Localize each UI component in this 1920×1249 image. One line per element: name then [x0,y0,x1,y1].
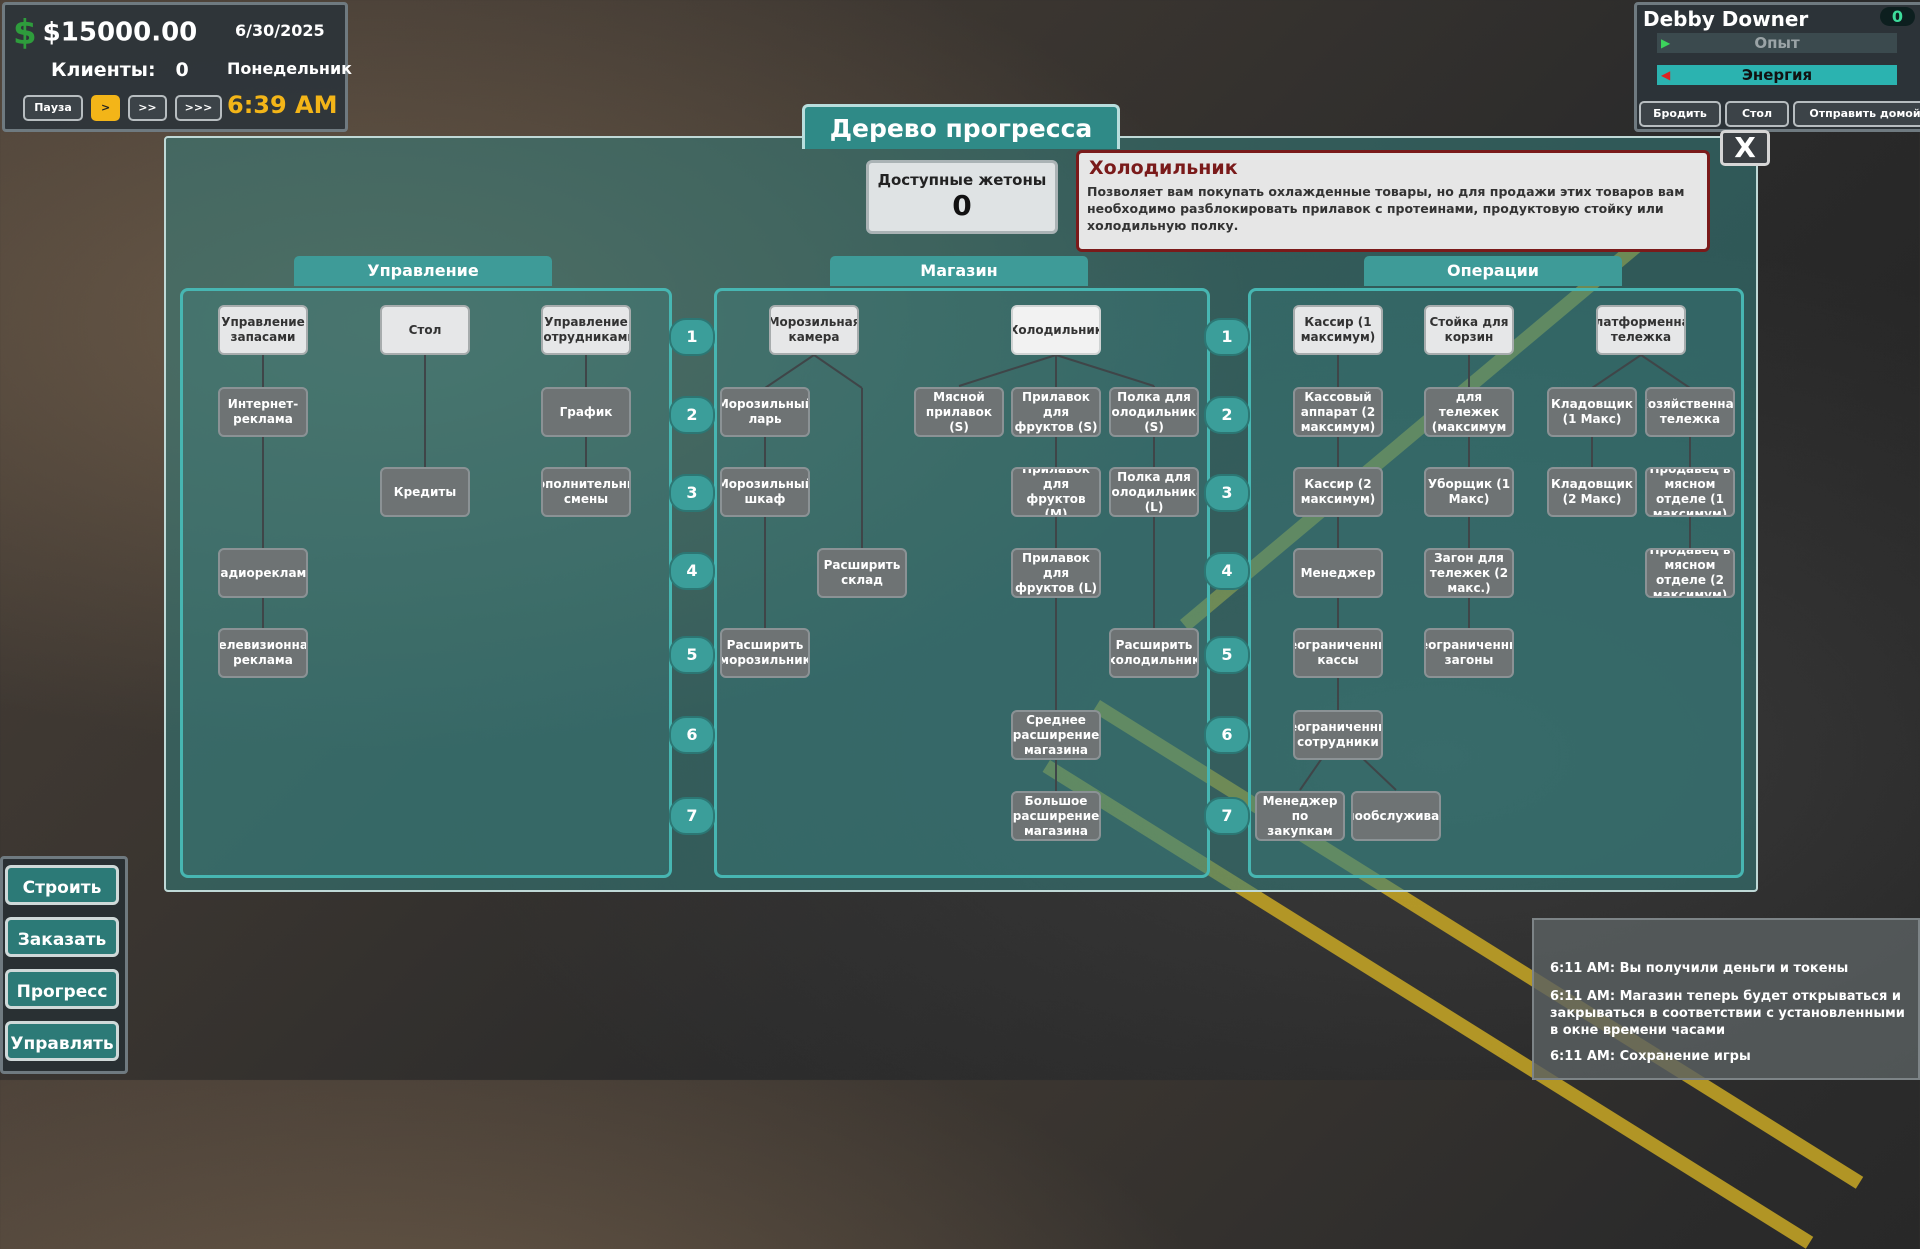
tier-marker: 3 [1204,474,1250,512]
node-butcher-2[interactable]: Продавец в мясном отделе (2 максимум) [1645,548,1735,598]
tier-marker: 6 [1204,716,1250,754]
node-fruit-counter-l[interactable]: Прилавок для фруктов (L) [1011,548,1101,598]
node-cashier-1[interactable]: Кассир (1 максимум) [1293,305,1383,355]
node-inventory-management[interactable]: Управление запасами [218,305,308,355]
node-chest-freezer[interactable]: Морозильный ларь [720,387,810,437]
node-cashier-2[interactable]: Кассир (2 максимум) [1293,467,1383,517]
node-fridge-shelf-s[interactable]: Полка для холодильника (S) [1109,387,1199,437]
node-expand-storage[interactable]: Расширить склад [817,548,907,598]
node-cart-corral-2[interactable]: Загон для тележек (2 макс.) [1424,548,1514,598]
node-unlimited-corrals[interactable]: Неограниченные загоны [1424,628,1514,678]
log-entry: 6:11 AM: Вы получили деньги и токены [1550,960,1906,977]
node-staff-management[interactable]: Управление сотрудниками [541,305,631,355]
node-large-expansion[interactable]: Большое расширение магазина [1011,791,1101,841]
node-freezer-room[interactable]: Морозильная камера [769,305,859,355]
node-janitor-1[interactable]: Уборщик (1 Макс) [1424,467,1514,517]
node-fruit-counter-s[interactable]: Прилавок для фруктов (S) [1011,387,1101,437]
main-menu: Строить Заказать Прогресс Управлять [0,856,128,1074]
log-text: Сохранение игры [1619,1049,1751,1064]
node-butcher-1[interactable]: Продавец в мясном отделе (1 максимум) [1645,467,1735,517]
node-extra-shifts[interactable]: Дополнительные смены [541,467,631,517]
tier-marker: 2 [669,396,715,434]
node-unlimited-staff[interactable]: Неограниченные сотрудники [1293,710,1383,760]
node-unlimited-registers[interactable]: Неограниченные кассы [1293,628,1383,678]
node-radio-ads[interactable]: Радиореклама [218,548,308,598]
node-stocker-2[interactable]: Кладовщик (2 Макс) [1547,467,1637,517]
node-purchasing-manager[interactable]: Менеджер по закупкам [1255,791,1345,841]
log-text: Вы получили деньги и токены [1619,961,1849,976]
node-fridge[interactable]: Холодильник [1011,305,1101,355]
node-basket-stand[interactable]: Стойка для корзин [1424,305,1514,355]
tier-marker: 7 [1204,797,1250,835]
progress-button[interactable]: Прогресс [5,969,119,1009]
node-utility-cart[interactable]: Хозяйственная тележка [1645,387,1735,437]
tier-marker: 4 [669,552,715,590]
event-log: 6:11 AM: Вы получили деньги и токены 6:1… [1532,918,1920,1080]
node-self-checkout[interactable]: Самообслуживание [1351,791,1441,841]
node-tv-ads[interactable]: Телевизионная реклама [218,628,308,678]
node-meat-counter-s[interactable]: Мясной прилавок (S) [914,387,1004,437]
node-expand-fridge[interactable]: Расширить холодильник [1109,628,1199,678]
order-button[interactable]: Заказать [5,917,119,957]
log-time: 6:11 AM: [1550,989,1616,1004]
manage-button[interactable]: Управлять [5,1021,119,1061]
node-medium-expansion[interactable]: Среднее расширение магазина [1011,710,1101,760]
node-loans[interactable]: Кредиты [380,467,470,517]
node-desk[interactable]: Стол [380,305,470,355]
node-platform-cart[interactable]: Платформенная тележка [1596,305,1686,355]
tier-marker: 1 [1204,318,1250,356]
node-internet-ads[interactable]: Интернет-реклама [218,387,308,437]
tier-marker: 2 [1204,396,1250,434]
node-fruit-counter-m[interactable]: Прилавок для фруктов (M) [1011,467,1101,517]
build-button[interactable]: Строить [5,865,119,905]
log-time: 6:11 AM: [1550,1049,1616,1064]
log-entry: 6:11 AM: Сохранение игры [1550,1048,1906,1065]
tier-marker: 5 [1204,636,1250,674]
tier-marker: 6 [669,716,715,754]
tier-marker: 5 [669,636,715,674]
node-schedule[interactable]: График [541,387,631,437]
node-fridge-shelf-l[interactable]: Полка для холодильника (L) [1109,467,1199,517]
node-cash-register-2[interactable]: Кассовый аппарат (2 максимум) [1293,387,1383,437]
node-manager[interactable]: Менеджер [1293,548,1383,598]
node-expand-freezer[interactable]: Расширить морозильник [720,628,810,678]
tier-marker: 7 [669,797,715,835]
node-stocker-1[interactable]: Кладовщик (1 Макс) [1547,387,1637,437]
tier-marker: 1 [669,318,715,356]
node-freezer-cabinet[interactable]: Морозильный шкаф [720,467,810,517]
tier-marker: 3 [669,474,715,512]
node-cart-parking-1[interactable]: Парковка для тележек (максимум 1) [1424,387,1514,437]
tier-marker: 4 [1204,552,1250,590]
log-entry: 6:11 AM: Магазин теперь будет открыватьс… [1550,988,1906,1039]
log-time: 6:11 AM: [1550,961,1616,976]
